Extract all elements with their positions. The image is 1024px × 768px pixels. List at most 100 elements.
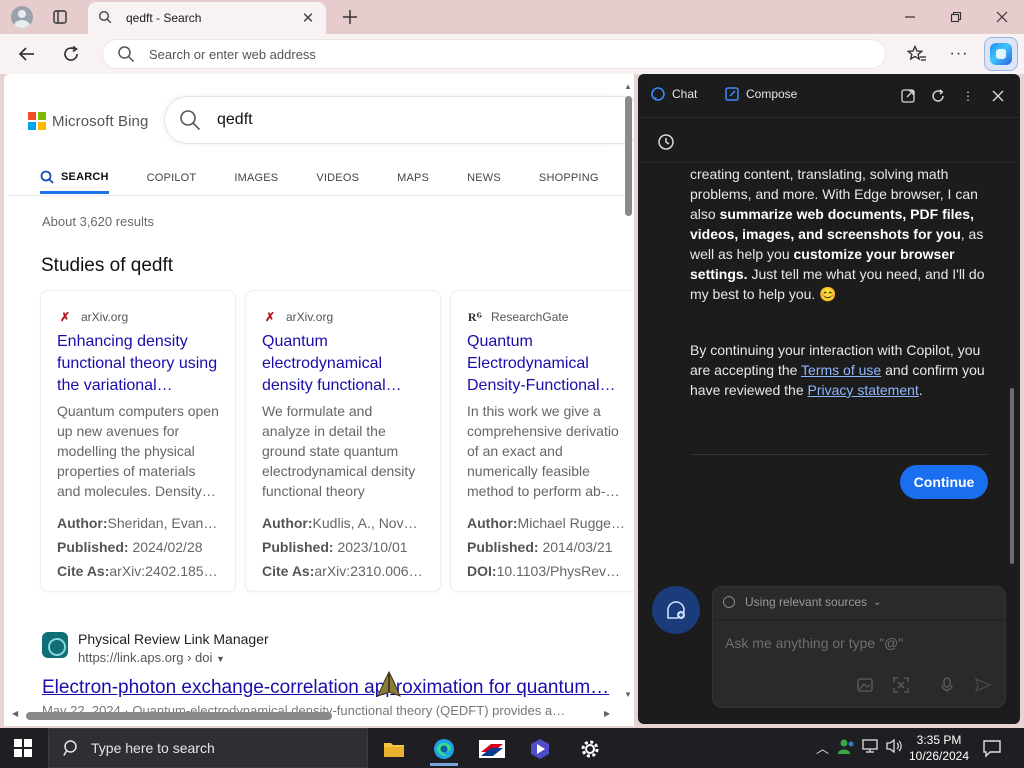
scope-news[interactable]: NEWS	[467, 162, 501, 194]
chat-composer: Using relevant sources ⌄ Ask me anything…	[712, 586, 1006, 708]
card-title-link[interactable]: Enhancing density functional theory usin…	[57, 331, 219, 397]
result-site[interactable]: Physical Review Link Manager https://lin…	[42, 630, 622, 669]
study-card[interactable]: Rᴳ ResearchGate Quantum Electrodynamical…	[450, 290, 634, 592]
refresh-button[interactable]	[56, 40, 86, 68]
network-icon[interactable]	[862, 738, 880, 757]
arxiv-icon: ✗	[59, 310, 71, 324]
tab-chat[interactable]: Chat	[650, 86, 697, 102]
scope-images[interactable]: IMAGES	[234, 162, 278, 194]
result-count: About 3,620 results	[42, 214, 155, 229]
new-topic-button[interactable]	[652, 586, 700, 634]
meta-value: 10.1103/PhysRevA…	[496, 563, 629, 579]
copilot-button[interactable]	[984, 37, 1018, 71]
tab-actions-button[interactable]	[46, 4, 74, 30]
open-in-new-tab-button[interactable]	[898, 86, 918, 106]
volume-icon[interactable]	[886, 738, 904, 757]
chat-input[interactable]: Ask me anything or type "@"	[725, 635, 903, 651]
settings-more-button[interactable]: ···	[944, 40, 974, 68]
new-tab-button[interactable]	[336, 4, 364, 30]
send-button[interactable]	[973, 675, 993, 695]
study-card[interactable]: ✗ arXiv.org Enhancing density functional…	[40, 290, 236, 592]
scope-shopping[interactable]: SHOPPING	[539, 162, 599, 194]
system-clock[interactable]: 3:35 PM 10/26/2024	[906, 732, 972, 764]
people-icon[interactable]	[838, 738, 856, 757]
web-page: Microsoft Bing qedft SEARCH COPILOT IMAG…	[4, 74, 634, 726]
file-explorer-button[interactable]	[374, 732, 414, 766]
more-horizontal-icon: ···	[949, 45, 969, 62]
tab-close-icon[interactable]: ✕	[300, 9, 316, 27]
refresh-chat-button[interactable]	[928, 86, 948, 106]
card-source: Rᴳ ResearchGate	[467, 307, 629, 327]
tab-chat-label: Chat	[672, 87, 698, 101]
arrow-left-icon	[18, 47, 34, 61]
microsoft-logo-icon	[28, 112, 46, 130]
scope-videos[interactable]: VIDEOS	[316, 162, 359, 194]
history-icon[interactable]	[656, 132, 676, 152]
scope-maps[interactable]: MAPS	[397, 162, 429, 194]
bank-app-button[interactable]	[472, 732, 512, 766]
search-icon	[40, 170, 54, 184]
screenshot-button[interactable]	[891, 675, 911, 695]
windows-start-icon[interactable]	[14, 739, 32, 757]
edge-taskbar-button[interactable]	[424, 732, 464, 766]
continue-button[interactable]: Continue	[900, 465, 988, 499]
card-title-link[interactable]: Quantum Electrodynamical Density-Functio…	[467, 331, 629, 397]
copilot-sidebar: Chat Compose ⋮ creating content, transla…	[638, 74, 1020, 724]
back-button[interactable]	[12, 40, 42, 68]
result-title-link[interactable]: Electron-photon exchange-correlation app…	[42, 677, 622, 699]
address-bar[interactable]: Search or enter web address	[102, 39, 886, 69]
navigation-bar: Search or enter web address ···	[0, 34, 1024, 74]
chevron-up-icon[interactable]: ︿	[816, 738, 829, 757]
scroll-right-arrow-icon[interactable]: ▶	[604, 709, 610, 718]
add-image-button[interactable]	[855, 675, 875, 695]
taskbar-search-placeholder: Type here to search	[91, 740, 215, 756]
meta-label: Cite As:	[57, 563, 110, 579]
refresh-icon	[64, 45, 78, 61]
media-app-button[interactable]	[520, 732, 560, 766]
meta-label: Published:	[467, 539, 539, 555]
bing-search-box[interactable]: qedft	[164, 96, 634, 144]
favorites-button[interactable]	[902, 40, 932, 68]
terms-of-use-link[interactable]: Terms of use	[801, 362, 881, 378]
copilot-more-button[interactable]: ⋮	[958, 86, 978, 106]
scope-copilot[interactable]: COPILOT	[147, 162, 197, 194]
chevron-down-icon: ⌄	[873, 596, 882, 608]
close-icon	[992, 90, 1004, 102]
taskbar-search[interactable]: Type here to search	[48, 728, 368, 768]
profile-button[interactable]	[8, 4, 36, 30]
tab-active[interactable]: qedft - Search ✕	[88, 2, 326, 34]
card-title-link[interactable]: Quantum electrodynamical density functio…	[262, 331, 424, 397]
vertical-scrollbar[interactable]	[625, 96, 632, 216]
privacy-statement-link[interactable]: Privacy statement	[808, 382, 919, 398]
search-result: Physical Review Link Manager https://lin…	[42, 630, 622, 718]
scroll-up-arrow-icon[interactable]: ▲	[624, 82, 632, 91]
avatar-icon	[11, 6, 33, 28]
scroll-down-arrow-icon[interactable]: ▼	[624, 690, 632, 699]
microphone-button[interactable]	[937, 675, 957, 695]
study-card[interactable]: ✗ arXiv.org Quantum electrodynamical den…	[245, 290, 441, 592]
source-name: arXiv.org	[81, 310, 129, 324]
search-icon	[118, 46, 135, 63]
search-icon	[98, 10, 114, 26]
scope-search[interactable]: SEARCH	[40, 162, 109, 194]
scroll-left-arrow-icon[interactable]: ◀	[12, 709, 18, 718]
close-icon	[996, 11, 1008, 23]
tab-title: qedft - Search	[126, 11, 202, 25]
notification-icon[interactable]	[982, 738, 1002, 758]
tab-compose[interactable]: Compose	[724, 86, 797, 102]
restore-icon	[950, 11, 962, 23]
horizontal-scrollbar[interactable]	[26, 712, 332, 720]
copilot-header: Chat Compose ⋮	[638, 74, 1020, 118]
meta-author: Author:Sheridan, Evan, …	[57, 511, 219, 535]
copilot-scrollbar[interactable]	[1010, 388, 1014, 564]
settings-taskbar-button[interactable]	[570, 732, 610, 766]
close-copilot-button[interactable]	[988, 86, 1008, 106]
window-close-button[interactable]	[988, 4, 1016, 30]
minimize-icon	[905, 16, 915, 18]
minimize-button[interactable]	[896, 4, 924, 30]
caret-down-icon[interactable]: ▼	[216, 654, 225, 664]
sources-dropdown[interactable]: Using relevant sources ⌄	[723, 595, 881, 609]
restore-button[interactable]	[942, 4, 970, 30]
researchgate-icon: Rᴳ	[467, 309, 483, 324]
bing-logo[interactable]: Microsoft Bing	[28, 112, 148, 130]
